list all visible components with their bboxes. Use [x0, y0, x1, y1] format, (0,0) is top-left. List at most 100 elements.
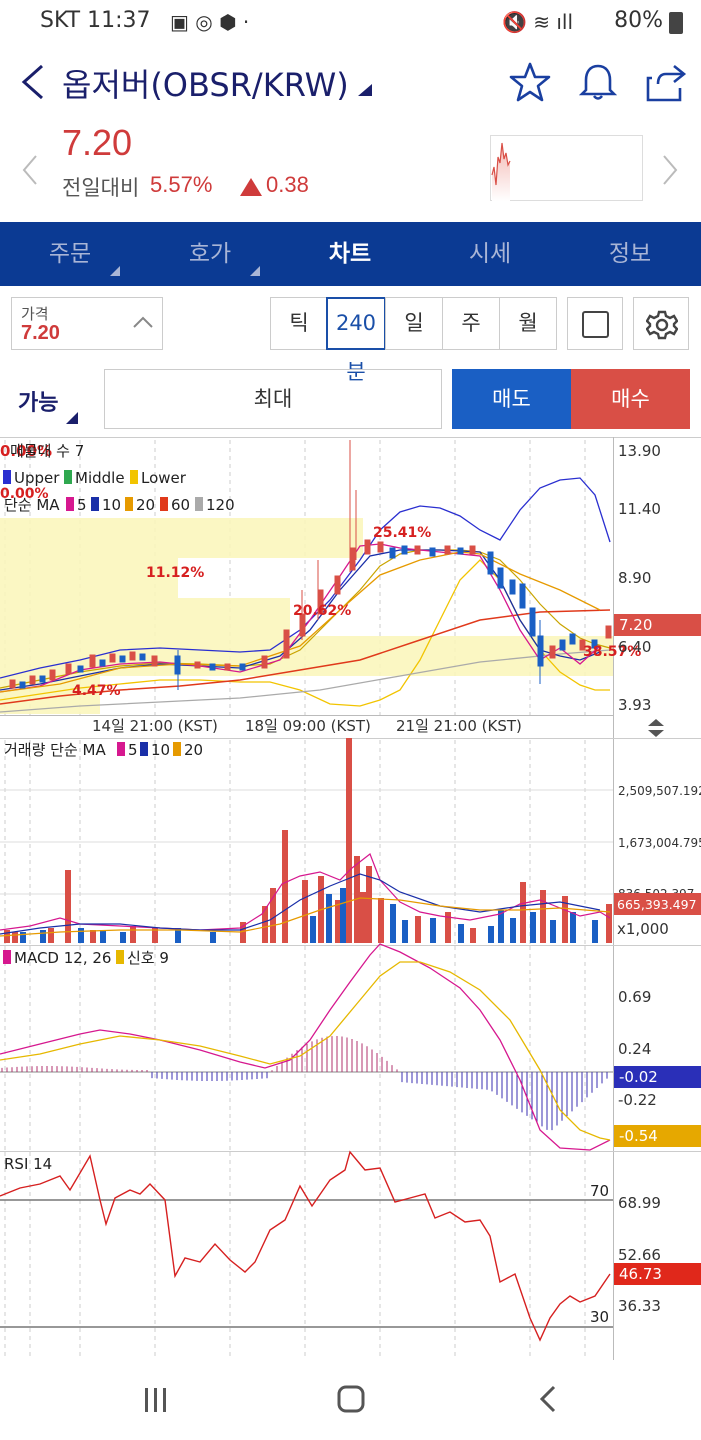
macd-chart[interactable]: MACD 12, 26 신호 9 0.69 0.24 -0.22 -0.02 -… [0, 943, 701, 1151]
tab-market[interactable]: 시세 [450, 222, 530, 286]
max-quantity-button[interactable]: 최대 [104, 369, 442, 429]
price-field-value: 7.20 [21, 322, 60, 344]
middle-swatch [64, 470, 72, 484]
chart-panel[interactable]: 25.41% 11.12% 20.62% 4.47% 38.57% 0.00% … [0, 437, 701, 1360]
macd-current-tag: -0.02 [619, 1068, 658, 1086]
available-dropdown-icon [66, 412, 78, 424]
period-month-button[interactable]: 월 [499, 297, 557, 350]
settings-button[interactable] [633, 297, 689, 350]
prev-chevron-icon[interactable] [20, 154, 40, 186]
back-icon[interactable] [18, 62, 48, 102]
system-nav-bar [0, 1360, 701, 1440]
y-tick: 2,509,507.192 [618, 784, 701, 798]
volume-legend-label: 거래량 단순 MA [4, 741, 106, 759]
rsi-chart[interactable]: RSI 14 70 30 68.99 52.66 36.33 46.73 [0, 1150, 701, 1360]
ma5-swatch [66, 497, 74, 511]
bell-icon[interactable] [576, 60, 620, 104]
ma120-swatch [195, 497, 203, 511]
signal-legend-label: 신호 9 [127, 949, 169, 967]
gallery-icon: ▣ ◎ ⬢ · [170, 10, 250, 34]
x-tick: 21일 21:00 (KST) [396, 717, 522, 735]
tab-submenu-icon [110, 266, 120, 276]
x-tick: 14일 21:00 (KST) [92, 717, 218, 735]
x-tick: 18일 09:00 (KST) [245, 717, 371, 735]
y-tick: 13.90 [618, 442, 661, 460]
home-icon[interactable] [336, 1384, 366, 1414]
signal-icons: 🔇 ≋ ıll [501, 10, 573, 34]
ma60-swatch [160, 497, 168, 511]
upper-swatch [3, 470, 11, 484]
vol-ma5-swatch [117, 742, 125, 756]
price-chart[interactable]: 25.41% 11.12% 20.62% 4.47% 38.57% 0.00% … [0, 440, 701, 715]
rsi-level-70: 70 [590, 1182, 609, 1200]
current-price-tag: 7.20 [619, 616, 652, 634]
battery-icon [669, 12, 683, 34]
main-tab-bar: 주문 호가 차트 시세 정보 [0, 222, 701, 286]
up-triangle-icon [240, 178, 262, 196]
vol-ma20-label: 20 [184, 741, 203, 759]
vol-ma10-swatch [140, 742, 148, 756]
price-selector[interactable]: 가격 7.20 [11, 297, 163, 350]
y-tick: 3.93 [618, 696, 651, 714]
tab-info[interactable]: 정보 [590, 222, 670, 286]
ma10-label: 10 [102, 496, 121, 514]
period-day-button[interactable]: 일 [385, 297, 443, 350]
share-icon[interactable] [644, 60, 688, 104]
vol-ma5-label: 5 [128, 741, 138, 759]
rsi-current-tag: 46.73 [619, 1265, 662, 1283]
pct-label: 11.12% [146, 565, 204, 581]
volume-profile-label: 매물대 수 7 [10, 442, 84, 460]
tab-order[interactable]: 주문 [30, 222, 120, 286]
rsi-legend-label: RSI 14 [4, 1155, 52, 1173]
legend-middle: Middle [75, 469, 125, 487]
sell-button[interactable]: 매도 [452, 369, 571, 429]
tab-quote[interactable]: 호가 [170, 222, 260, 286]
volume-chart[interactable]: 거래량 단순 MA 5 10 20 2,509,507.192 1,673,00… [0, 738, 701, 945]
y-tick: 6.40 [618, 638, 651, 656]
status-time: SKT 11:37 [40, 8, 151, 33]
y-tick: 0.24 [618, 1040, 651, 1058]
available-label[interactable]: 가능 [18, 385, 58, 417]
panel-resize-handle[interactable] [648, 719, 664, 737]
y-tick: 1,673,004.795 [618, 836, 701, 850]
tab-submenu-icon [250, 266, 260, 276]
ma120-label: 120 [206, 496, 235, 514]
lower-swatch [130, 470, 138, 484]
ma60-label: 60 [171, 496, 190, 514]
signal-current-tag: -0.54 [619, 1127, 658, 1145]
pct-label: 4.47% [72, 683, 121, 699]
change-amount: 0.38 [266, 172, 309, 197]
recent-apps-icon[interactable] [142, 1386, 170, 1414]
ma5-label: 5 [77, 496, 87, 514]
layout-toggle-button[interactable] [567, 297, 623, 350]
gear-icon [646, 310, 678, 340]
y-tick: 68.99 [618, 1194, 661, 1212]
tab-chart[interactable]: 차트 [310, 222, 390, 286]
price-field-label: 가격 [21, 305, 49, 323]
dropdown-triangle-icon[interactable] [358, 84, 372, 96]
mini-chart[interactable] [490, 135, 643, 201]
ma20-swatch [125, 497, 133, 511]
legend-upper: Upper [14, 469, 60, 487]
star-icon[interactable] [508, 60, 552, 104]
next-chevron-icon[interactable] [660, 154, 680, 186]
square-icon [582, 311, 609, 338]
period-tick-button[interactable]: 틱 [270, 297, 328, 350]
vol-ma20-swatch [173, 742, 181, 756]
y-tick: 11.40 [618, 500, 661, 518]
period-week-button[interactable]: 주 [442, 297, 500, 350]
legend-lower: Lower [141, 469, 187, 487]
signal-swatch [116, 950, 124, 964]
pct-label: 25.41% [373, 525, 431, 541]
ma10-swatch [91, 497, 99, 511]
page-title[interactable]: 옵저버(OBSR/KRW) [62, 60, 349, 106]
status-bar: SKT 11:37 ▣ ◎ ⬢ · 🔇 ≋ ıll 80% [0, 0, 701, 44]
back-nav-icon[interactable] [536, 1384, 560, 1414]
y-tick: 52.66 [618, 1246, 661, 1264]
buy-button[interactable]: 매수 [571, 369, 690, 429]
macd-legend-label: MACD 12, 26 [14, 949, 111, 967]
period-240min-button[interactable]: 240분 [326, 297, 386, 384]
pct-label: 20.62% [293, 603, 351, 619]
rsi-level-30: 30 [590, 1308, 609, 1326]
ma-legend-label: 단순 MA [4, 496, 60, 514]
